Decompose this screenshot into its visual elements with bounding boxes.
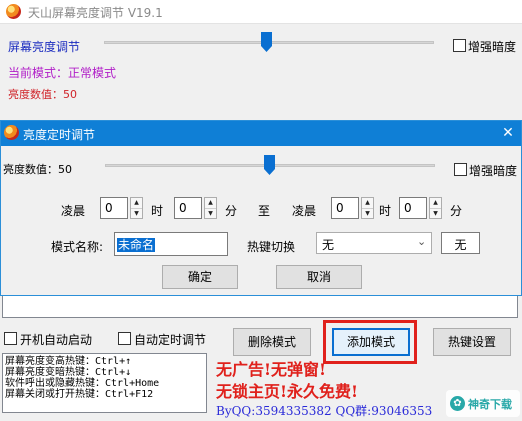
start-period-label: 凌晨 bbox=[61, 204, 86, 218]
auto-timer-label: 自动定时调节 bbox=[134, 333, 207, 347]
dialog-enhance-dark-label: 增强暗度 bbox=[469, 164, 518, 178]
hotkey-switch-select[interactable]: 无 ⌄ bbox=[316, 232, 432, 254]
mode-list[interactable] bbox=[2, 296, 518, 318]
brightness-value-text: 亮度数值：50 bbox=[8, 88, 77, 101]
dialog-enhance-dark-checkbox[interactable] bbox=[454, 163, 467, 176]
chevron-down-icon: ⌄ bbox=[417, 235, 427, 248]
hotkey-key-field[interactable]: 无 bbox=[441, 232, 480, 254]
mode-name-label: 模式名称: bbox=[51, 240, 104, 254]
arrow-down-icon[interactable]: ▼ bbox=[205, 208, 216, 218]
hotkey-info-line: 屏幕亮度变高热键：Ctrl+↑ bbox=[5, 356, 132, 367]
end-minute-input[interactable]: 0 bbox=[399, 197, 427, 219]
mode-name-value: 未命名 bbox=[117, 238, 156, 252]
dialog-title: 亮度定时调节 bbox=[23, 128, 96, 142]
main-enhance-dark-label: 增强暗度 bbox=[468, 40, 517, 54]
main-window-title: 天山屏幕亮度调节 V19.1 bbox=[28, 6, 163, 20]
autostart-checkbox[interactable] bbox=[4, 332, 17, 345]
contact-info: ByQQ:3594335382 QQ群:93046353 bbox=[216, 404, 433, 418]
minute-unit-label: 分 bbox=[450, 204, 463, 218]
hotkey-switch-label: 热键切换 bbox=[247, 240, 296, 254]
arrow-up-icon[interactable]: ▲ bbox=[362, 198, 373, 208]
start-minute-spinner[interactable]: ▲ ▼ bbox=[204, 197, 217, 219]
dialog-titlebar: 亮度定时调节 ✕ bbox=[1, 121, 521, 146]
end-hour-spinner[interactable]: ▲ ▼ bbox=[361, 197, 374, 219]
timer-dialog: 亮度定时调节 ✕ 亮度数值：50 增强暗度 凌晨 0 ▲ ▼ 时 0 ▲ ▼ 分… bbox=[0, 120, 522, 296]
current-mode-text: 当前模式：正常模式 bbox=[8, 66, 117, 80]
main-titlebar: 天山屏幕亮度调节 V19.1 bbox=[0, 0, 522, 24]
hotkey-info-box: 屏幕亮度变高热键：Ctrl+↑ 屏幕亮度变暗热键：Ctrl+↓ 软件呼出或隐藏热… bbox=[2, 353, 207, 413]
arrow-down-icon[interactable]: ▼ bbox=[362, 208, 373, 218]
minute-unit-label: 分 bbox=[225, 204, 238, 218]
hotkey-settings-button[interactable]: 热键设置 bbox=[433, 328, 511, 356]
main-enhance-dark-checkbox[interactable] bbox=[453, 39, 466, 52]
watermark-badge: ✿ 神奇下载 bbox=[446, 390, 520, 417]
add-mode-button[interactable]: 添加模式 bbox=[332, 328, 410, 356]
hotkey-info-line: 软件呼出或隐藏热键：Ctrl+Home bbox=[5, 378, 160, 389]
mode-name-input[interactable]: 未命名 bbox=[114, 232, 228, 256]
promo-line-2: 无锁主页!永久免费! bbox=[216, 382, 359, 401]
end-period-label: 凌晨 bbox=[292, 204, 317, 218]
dialog-brightness-value-label: 亮度数值：50 bbox=[3, 163, 72, 176]
hour-unit-label: 时 bbox=[379, 204, 392, 218]
watermark-text: 神奇下载 bbox=[468, 398, 512, 411]
app-logo-icon bbox=[6, 4, 21, 19]
autostart-label: 开机自动启动 bbox=[20, 333, 93, 347]
hotkey-info-line: 屏幕关闭或打开热键：Ctrl+F12 bbox=[5, 389, 154, 400]
to-label: 至 bbox=[258, 204, 271, 218]
app-logo-icon bbox=[4, 125, 19, 140]
start-minute-input[interactable]: 0 bbox=[174, 197, 202, 219]
hotkey-info-line: 屏幕亮度变暗热键：Ctrl+↓ bbox=[5, 367, 132, 378]
auto-timer-checkbox[interactable] bbox=[118, 332, 131, 345]
arrow-up-icon[interactable]: ▲ bbox=[205, 198, 216, 208]
end-hour-input[interactable]: 0 bbox=[331, 197, 359, 219]
cancel-button[interactable]: 取消 bbox=[276, 265, 362, 289]
close-icon[interactable]: ✕ bbox=[497, 123, 519, 143]
delete-mode-button[interactable]: 删除模式 bbox=[233, 328, 311, 356]
arrow-up-icon[interactable]: ▲ bbox=[430, 198, 441, 208]
ok-button[interactable]: 确定 bbox=[162, 265, 238, 289]
arrow-down-icon[interactable]: ▼ bbox=[131, 208, 142, 218]
promo-line-1: 无广告!无弹窗! bbox=[216, 360, 327, 379]
end-minute-spinner[interactable]: ▲ ▼ bbox=[429, 197, 442, 219]
start-hour-input[interactable]: 0 bbox=[100, 197, 128, 219]
main-brightness-slider-thumb[interactable] bbox=[261, 32, 272, 52]
hour-unit-label: 时 bbox=[151, 204, 164, 218]
watermark-logo-icon: ✿ bbox=[450, 396, 465, 411]
arrow-up-icon[interactable]: ▲ bbox=[131, 198, 142, 208]
start-hour-spinner[interactable]: ▲ ▼ bbox=[130, 197, 143, 219]
hotkey-switch-value: 无 bbox=[322, 238, 335, 252]
arrow-down-icon[interactable]: ▼ bbox=[430, 208, 441, 218]
dialog-brightness-slider-thumb[interactable] bbox=[264, 155, 275, 175]
screen-brightness-label: 屏幕亮度调节 bbox=[8, 40, 81, 54]
